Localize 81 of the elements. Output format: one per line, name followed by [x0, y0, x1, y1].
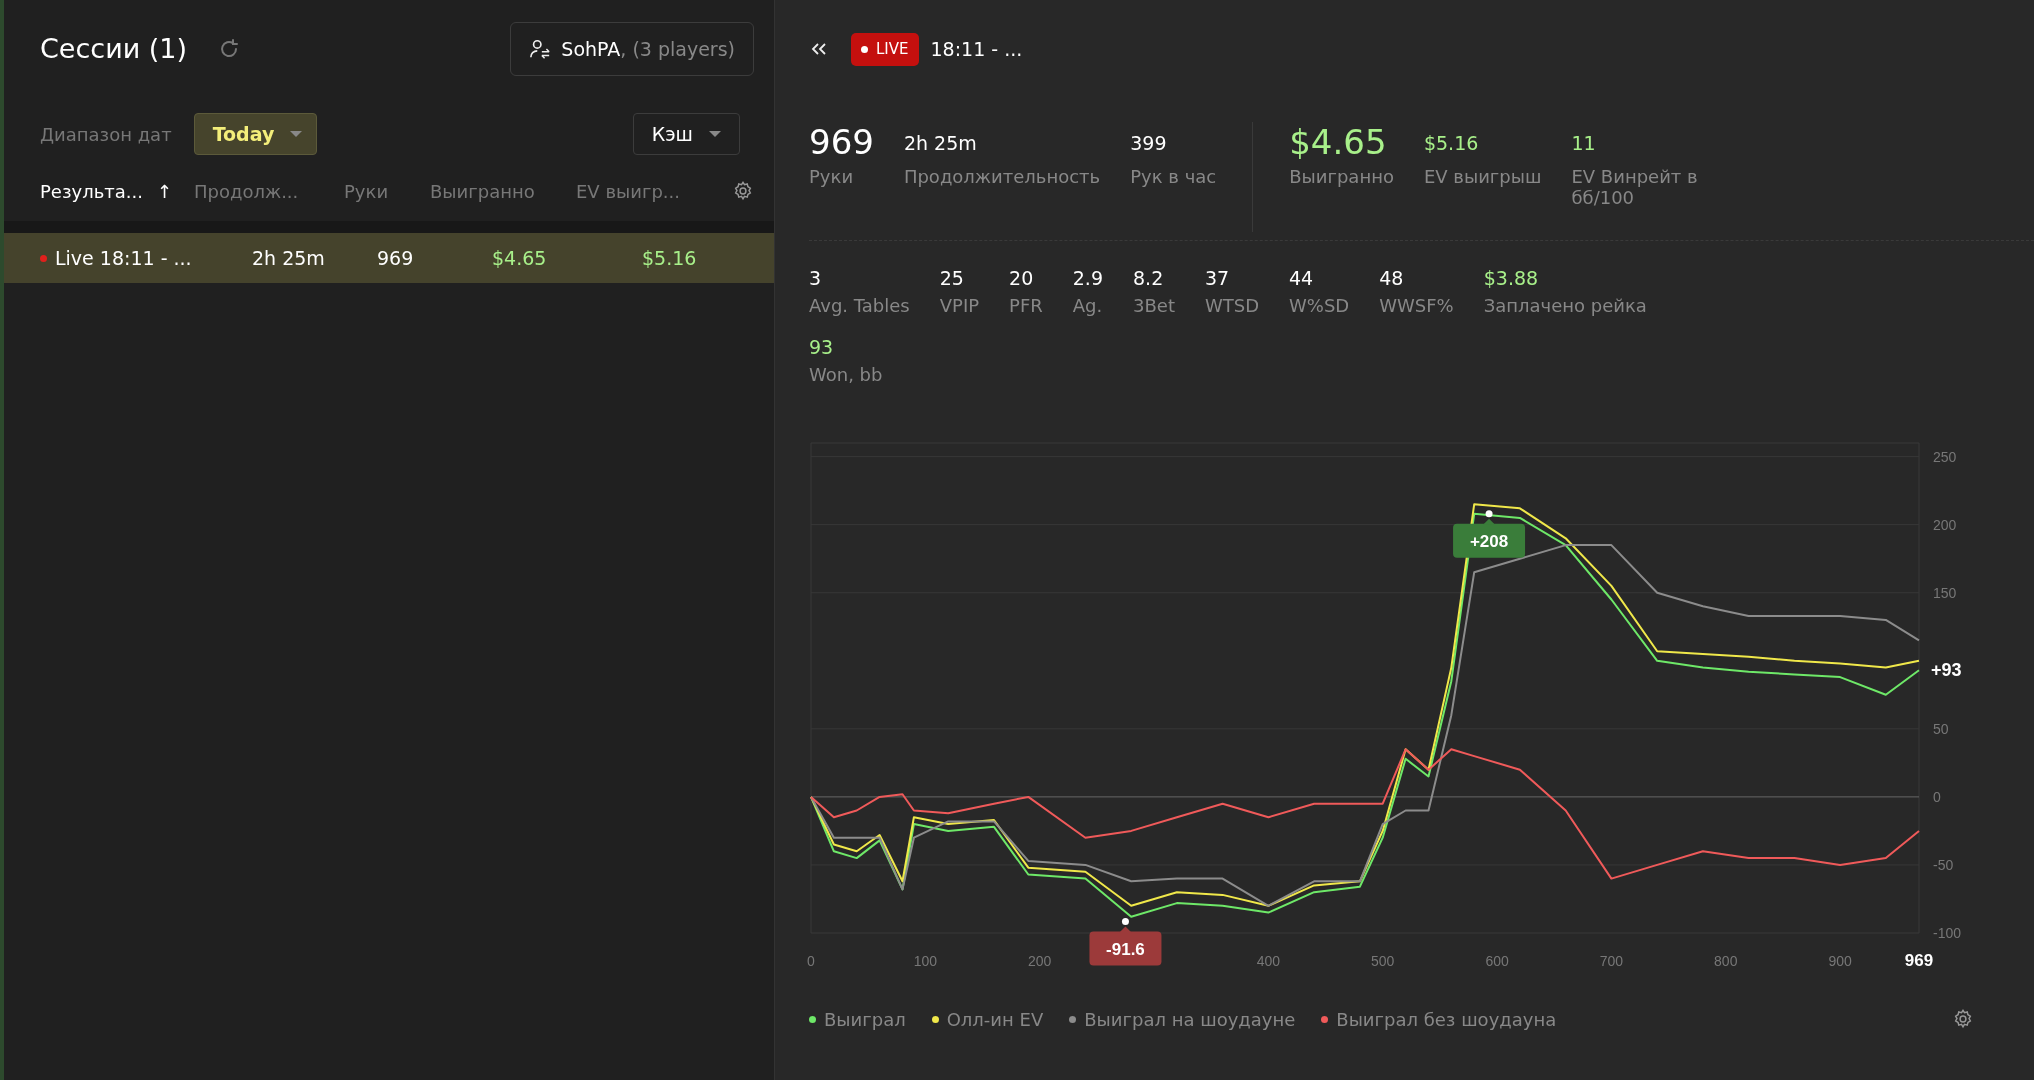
- x-axis-label: 100: [913, 953, 937, 969]
- table-cell: $5.16: [642, 247, 697, 269]
- stat-value: 93: [809, 336, 835, 358]
- table-cell: 969: [377, 247, 414, 269]
- x-axis-label: 800: [1714, 953, 1738, 969]
- user-swap-icon: [529, 37, 552, 60]
- column-header[interactable]: Руки: [344, 180, 430, 202]
- y-axis-label: 0: [1933, 788, 1941, 805]
- live-badge: LIVE: [851, 32, 919, 66]
- stat-value: 3: [809, 267, 823, 289]
- y-axis-label: 150: [1933, 584, 1957, 601]
- stat-label: PFR: [1009, 295, 1043, 316]
- session-row[interactable]: Live 18:11 - ... 2h 25m 969 $4.65 $5.16: [4, 233, 774, 283]
- legend-label[interactable]: Выиграл на шоудауне: [1084, 1008, 1296, 1030]
- stat-label: WWSF%: [1379, 295, 1454, 316]
- column-header[interactable]: EV выигр...: [576, 180, 726, 202]
- stat-value: 37: [1204, 267, 1231, 289]
- x-axis-label: 400: [1256, 953, 1281, 969]
- column-header[interactable]: Продолж...: [194, 180, 344, 202]
- x-axis-label: 969: [1904, 951, 1934, 970]
- table-cell: 2h 25m: [252, 247, 325, 269]
- table-cell: $4.65: [492, 247, 547, 269]
- x-axis-label: 900: [1828, 953, 1852, 969]
- stat-value: 969: [809, 122, 874, 162]
- game-type-dropdown[interactable]: Кэш: [632, 113, 740, 155]
- x-axis-label: 0: [807, 953, 815, 969]
- y-axis-label: 50: [1933, 720, 1949, 737]
- stat-value: $4.65: [1289, 122, 1388, 162]
- y-axis-label: 200: [1933, 516, 1957, 533]
- x-axis-label: 700: [1599, 953, 1624, 969]
- stat-label: Рук в час: [1130, 166, 1217, 187]
- column-header[interactable]: Результа... ↑: [40, 180, 194, 202]
- stat-value: 11: [1571, 132, 1597, 154]
- stat-value: 2.9: [1072, 267, 1103, 289]
- settings-icon[interactable]: [732, 180, 754, 202]
- stat-label: Продолжительность: [903, 166, 1101, 187]
- y-axis-label: -100: [1933, 925, 1962, 941]
- stat-label: VPIP: [939, 295, 980, 316]
- legend-label[interactable]: Олл-ин EV: [946, 1008, 1044, 1030]
- stat-value: 25: [939, 267, 965, 289]
- session-title: 18:11 - ...: [930, 38, 1023, 60]
- stat-value: 399: [1130, 132, 1168, 154]
- annotation: +208: [1469, 531, 1509, 551]
- column-header[interactable]: Выигранно: [430, 180, 576, 202]
- stat-label: Выигранно: [1289, 166, 1394, 187]
- stat-value: 44: [1289, 267, 1315, 289]
- legend-label[interactable]: Выиграл без шоудауна: [1336, 1008, 1557, 1030]
- stat-label: Заплачено рейка: [1483, 295, 1647, 316]
- y-axis-label: 250: [1933, 448, 1957, 465]
- stat-value: 8.2: [1133, 267, 1165, 289]
- stat-label: WTSD: [1204, 295, 1260, 316]
- max-callout: +208: [1453, 510, 1526, 558]
- stat-label: Ag.: [1072, 295, 1103, 316]
- stat-label: EV выигрыш: [1423, 166, 1542, 187]
- legend-label[interactable]: Выиграл: [824, 1008, 906, 1030]
- stat-value: $5.16: [1423, 132, 1480, 154]
- x-axis-label: 600: [1485, 953, 1509, 969]
- min-callout: -91.6: [1089, 918, 1162, 966]
- x-axis-label: 500: [1371, 953, 1395, 969]
- settings-icon[interactable]: [1952, 1008, 1974, 1030]
- player-button[interactable]: SohPA, (3 players): [510, 21, 754, 76]
- stat-label: Руки: [809, 166, 855, 187]
- end-value-label: +93: [1931, 660, 1962, 681]
- stat-value: 48: [1379, 267, 1405, 289]
- caret-icon: [709, 131, 721, 137]
- stat-label: 3Bet: [1133, 295, 1175, 316]
- annotation: -91.6: [1106, 939, 1145, 959]
- date-range-dropdown[interactable]: Today: [193, 113, 318, 155]
- stat-label: Won, bb: [809, 364, 884, 385]
- sessions-title: Сессии (1): [40, 33, 188, 64]
- caret-icon: [290, 131, 303, 137]
- date-range-label: Диапазон дат: [40, 123, 172, 145]
- stat-value: 2h 25m: [903, 132, 978, 154]
- stat-value: 20: [1009, 267, 1035, 289]
- stat-label: Avg. Tables: [809, 295, 910, 316]
- table-cell: Live 18:11 - ...: [55, 247, 192, 269]
- stat-label: W%SD: [1289, 295, 1350, 316]
- y-axis-label: -50: [1933, 856, 1954, 873]
- stat-value: $3.88: [1483, 267, 1540, 289]
- stat-label: EV Винрейт в бб/100: [1571, 166, 1699, 208]
- x-axis-label: 200: [1028, 953, 1052, 969]
